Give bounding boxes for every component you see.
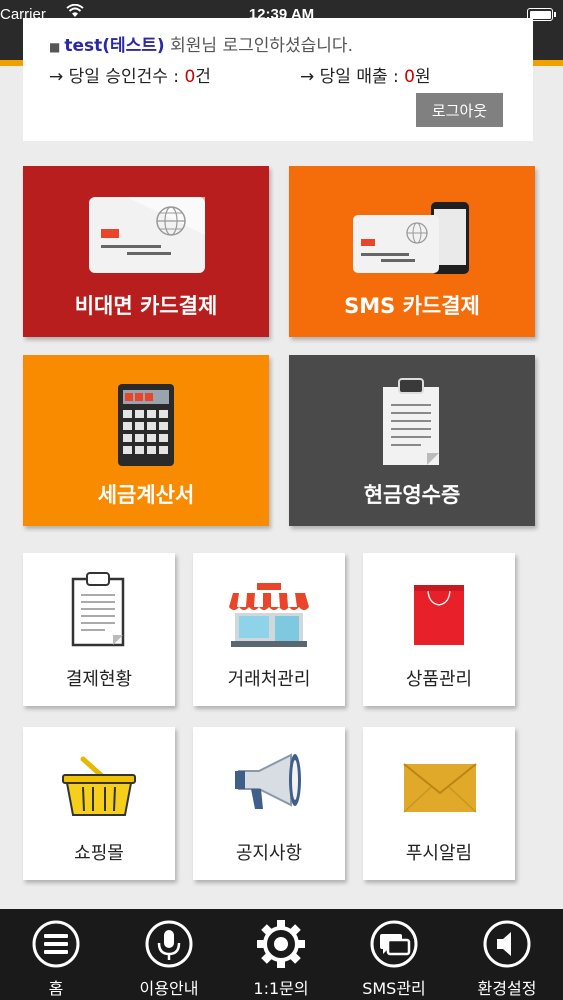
nav-sms-management[interactable]: SMS관리 (349, 909, 439, 1000)
tile-label: 결제현황 (65, 669, 133, 690)
tile-label: 거래처관리 (227, 669, 311, 690)
battery-icon (527, 8, 556, 21)
nav-label: 홈 (48, 979, 64, 998)
nav-label: 1:1문의 (253, 979, 309, 998)
clipboard-icon (383, 378, 439, 465)
today-sales: → 당일 매출 : 0원 (300, 62, 431, 87)
tile-label: 공지사항 (235, 843, 303, 864)
today-approvals-count: 0 (184, 67, 196, 87)
tile-push-alert[interactable]: 푸시알림 (363, 727, 515, 880)
today-approvals: → 당일 승인건수 : 0건 (49, 62, 211, 87)
today-approvals-label: → 당일 승인건수 : (49, 67, 185, 87)
tile-label: 비대면 카드결제 (74, 294, 218, 318)
login-message-text: 회원님 로그인하셨습니다. (164, 36, 353, 56)
tile-noncontact-card-payment[interactable]: 비대면 카드결제 (23, 166, 269, 337)
nav-label: SMS관리 (362, 979, 426, 998)
tile-client-management[interactable]: 거래처관리 (193, 553, 345, 706)
credit-card-icon (89, 197, 205, 273)
today-sales-label: → 당일 매출 : (300, 67, 405, 87)
tile-cash-receipt[interactable]: 현금영수증 (289, 355, 535, 526)
nav-label: 환경설정 (477, 979, 537, 998)
tile-label: 상품관리 (405, 669, 473, 690)
tile-label: 쇼핑몰 (74, 843, 124, 864)
tile-shopping-mall[interactable]: 쇼핑몰 (23, 727, 175, 880)
login-info-card: ■ test(테스트) 회원님 로그인하셨습니다. → 당일 승인건수 : 0건 … (23, 18, 533, 141)
logout-button[interactable]: 로그아웃 (416, 93, 503, 127)
tile-label: 현금영수증 (363, 483, 461, 507)
card-phone-icon (353, 202, 469, 274)
login-username: test(테스트) (64, 36, 165, 56)
megaphone-icon (235, 753, 301, 809)
nav-guide[interactable]: 이용안내 (124, 909, 214, 1000)
tile-payment-status[interactable]: 결제현황 (23, 553, 175, 706)
tile-notice[interactable]: 공지사항 (193, 727, 345, 880)
tile-label: 세금계산서 (97, 483, 195, 507)
bullet-icon: ■ (49, 40, 61, 54)
envelope-icon (403, 763, 477, 813)
calculator-icon (118, 384, 174, 466)
nav-home[interactable]: 홈 (11, 909, 101, 1000)
speaker-icon (483, 920, 531, 968)
tile-label: 푸시알림 (405, 843, 473, 864)
tile-sms-card-payment[interactable]: SMS 카드결제 (289, 166, 535, 337)
nav-inquiry[interactable]: 1:1문의 (236, 909, 326, 1000)
today-approvals-unit: 건 (195, 67, 211, 87)
nav-label: 이용안내 (139, 979, 199, 998)
basket-icon (62, 756, 136, 816)
today-sales-unit: 원 (414, 67, 431, 87)
clipboard-icon (71, 572, 125, 647)
login-message: ■ test(테스트) 회원님 로그인하셨습니다. (49, 31, 353, 56)
microphone-icon (145, 920, 193, 968)
today-sales-amount: 0 (404, 67, 415, 87)
store-icon (229, 583, 309, 647)
chat-icon (370, 920, 418, 968)
status-bar: Carrier 12:39 AM (0, 0, 563, 30)
tile-tax-invoice[interactable]: 세금계산서 (23, 355, 269, 526)
shopping-bag-icon (414, 585, 464, 645)
status-time: 12:39 AM (248, 6, 315, 23)
nav-settings[interactable]: 환경설정 (462, 909, 552, 1000)
gear-icon (257, 920, 305, 968)
tile-product-management[interactable]: 상품관리 (363, 553, 515, 706)
menu-icon (32, 920, 80, 968)
tile-label: SMS 카드결제 (344, 294, 480, 318)
bottom-navigation: 홈 이용안내 1:1문의 SMS관리 환경설정 (0, 909, 563, 1000)
